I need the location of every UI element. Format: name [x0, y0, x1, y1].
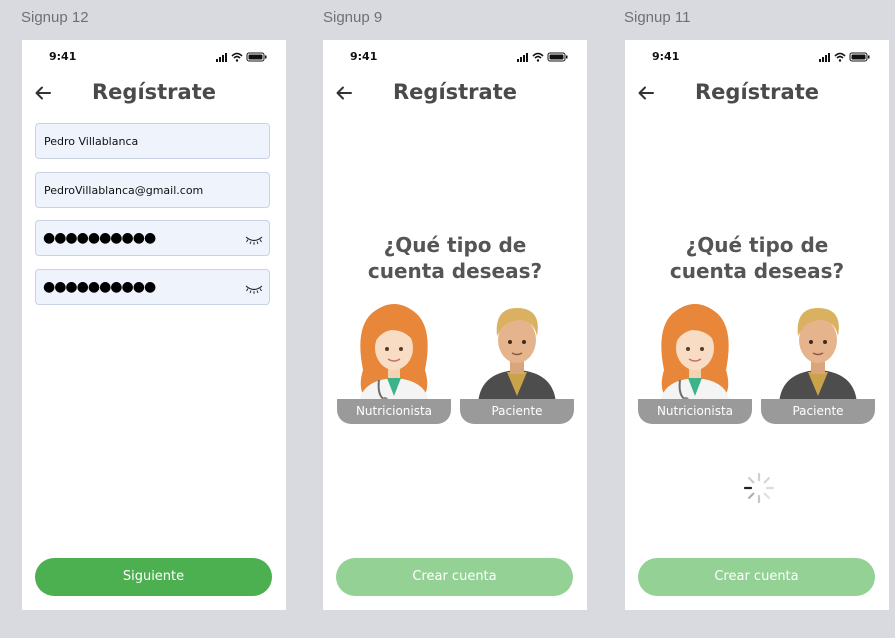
option-nutritionist[interactable]: Nutricionista [638, 300, 752, 424]
create-account-button[interactable]: Crear cuenta [336, 558, 573, 596]
frame-signup-12: 9:41 Regístrate Pedro Villablanca PedroV… [22, 40, 286, 610]
loading-spinner-icon [743, 472, 775, 504]
password-field[interactable]: ●●●●●●●●●● [35, 220, 270, 256]
battery-icon [547, 52, 568, 62]
option-label: Paciente [761, 399, 875, 424]
frame-signup-9: 9:41 Regístrate ¿Qué tipo de cuenta dese… [323, 40, 587, 610]
status-icons [517, 52, 568, 62]
password-confirm-field[interactable]: ●●●●●●●●●● [35, 269, 270, 305]
frame-label-signup-12: Signup 12 [21, 9, 89, 26]
option-patient[interactable]: Paciente [761, 300, 875, 424]
signal-icon [517, 53, 528, 62]
nutritionist-avatar-icon [359, 304, 429, 404]
email-field[interactable]: PedroVillablanca@gmail.com [35, 172, 270, 208]
account-type-question: ¿Qué tipo de cuenta deseas? [367, 233, 543, 283]
battery-icon [246, 52, 267, 62]
name-value: Pedro Villablanca [44, 135, 139, 148]
status-icons [216, 52, 267, 62]
password-confirm-value: ●●●●●●●●●● [43, 279, 156, 295]
status-bar: 9:41 [625, 40, 889, 70]
nutritionist-avatar-icon [660, 304, 730, 404]
page-title: Regístrate [393, 80, 517, 104]
eye-closed-icon[interactable] [245, 235, 263, 245]
frame-label-signup-9: Signup 9 [323, 9, 383, 26]
option-nutritionist[interactable]: Nutricionista [337, 300, 451, 424]
option-label: Paciente [460, 399, 574, 424]
frame-signup-11: 9:41 Regístrate ¿Qué tipo de cuenta dese… [625, 40, 889, 610]
wifi-icon [834, 52, 846, 62]
status-time: 9:41 [350, 50, 378, 63]
password-value: ●●●●●●●●●● [43, 230, 156, 246]
option-patient[interactable]: Paciente [460, 300, 574, 424]
create-account-button[interactable]: Crear cuenta [638, 558, 875, 596]
patient-avatar-icon [779, 308, 857, 404]
email-value: PedroVillablanca@gmail.com [44, 184, 204, 197]
option-label: Nutricionista [638, 399, 752, 424]
signal-icon [819, 53, 830, 62]
eye-closed-icon[interactable] [245, 284, 263, 294]
frame-label-signup-11: Signup 11 [624, 9, 691, 26]
design-canvas: Signup 12 9:41 Regístrate Pedro Villabla… [0, 0, 895, 638]
wifi-icon [532, 52, 544, 62]
page-title: Regístrate [695, 80, 819, 104]
battery-icon [849, 52, 870, 62]
option-label: Nutricionista [337, 399, 451, 424]
status-time: 9:41 [652, 50, 680, 63]
status-bar: 9:41 [323, 40, 587, 70]
status-bar: 9:41 [22, 40, 286, 70]
signal-icon [216, 53, 227, 62]
next-button[interactable]: Siguiente [35, 558, 272, 596]
name-field[interactable]: Pedro Villablanca [35, 123, 270, 159]
status-icons [819, 52, 870, 62]
status-time: 9:41 [49, 50, 77, 63]
wifi-icon [231, 52, 243, 62]
patient-avatar-icon [478, 308, 556, 404]
account-type-question: ¿Qué tipo de cuenta deseas? [669, 233, 845, 283]
page-title: Regístrate [92, 80, 216, 104]
